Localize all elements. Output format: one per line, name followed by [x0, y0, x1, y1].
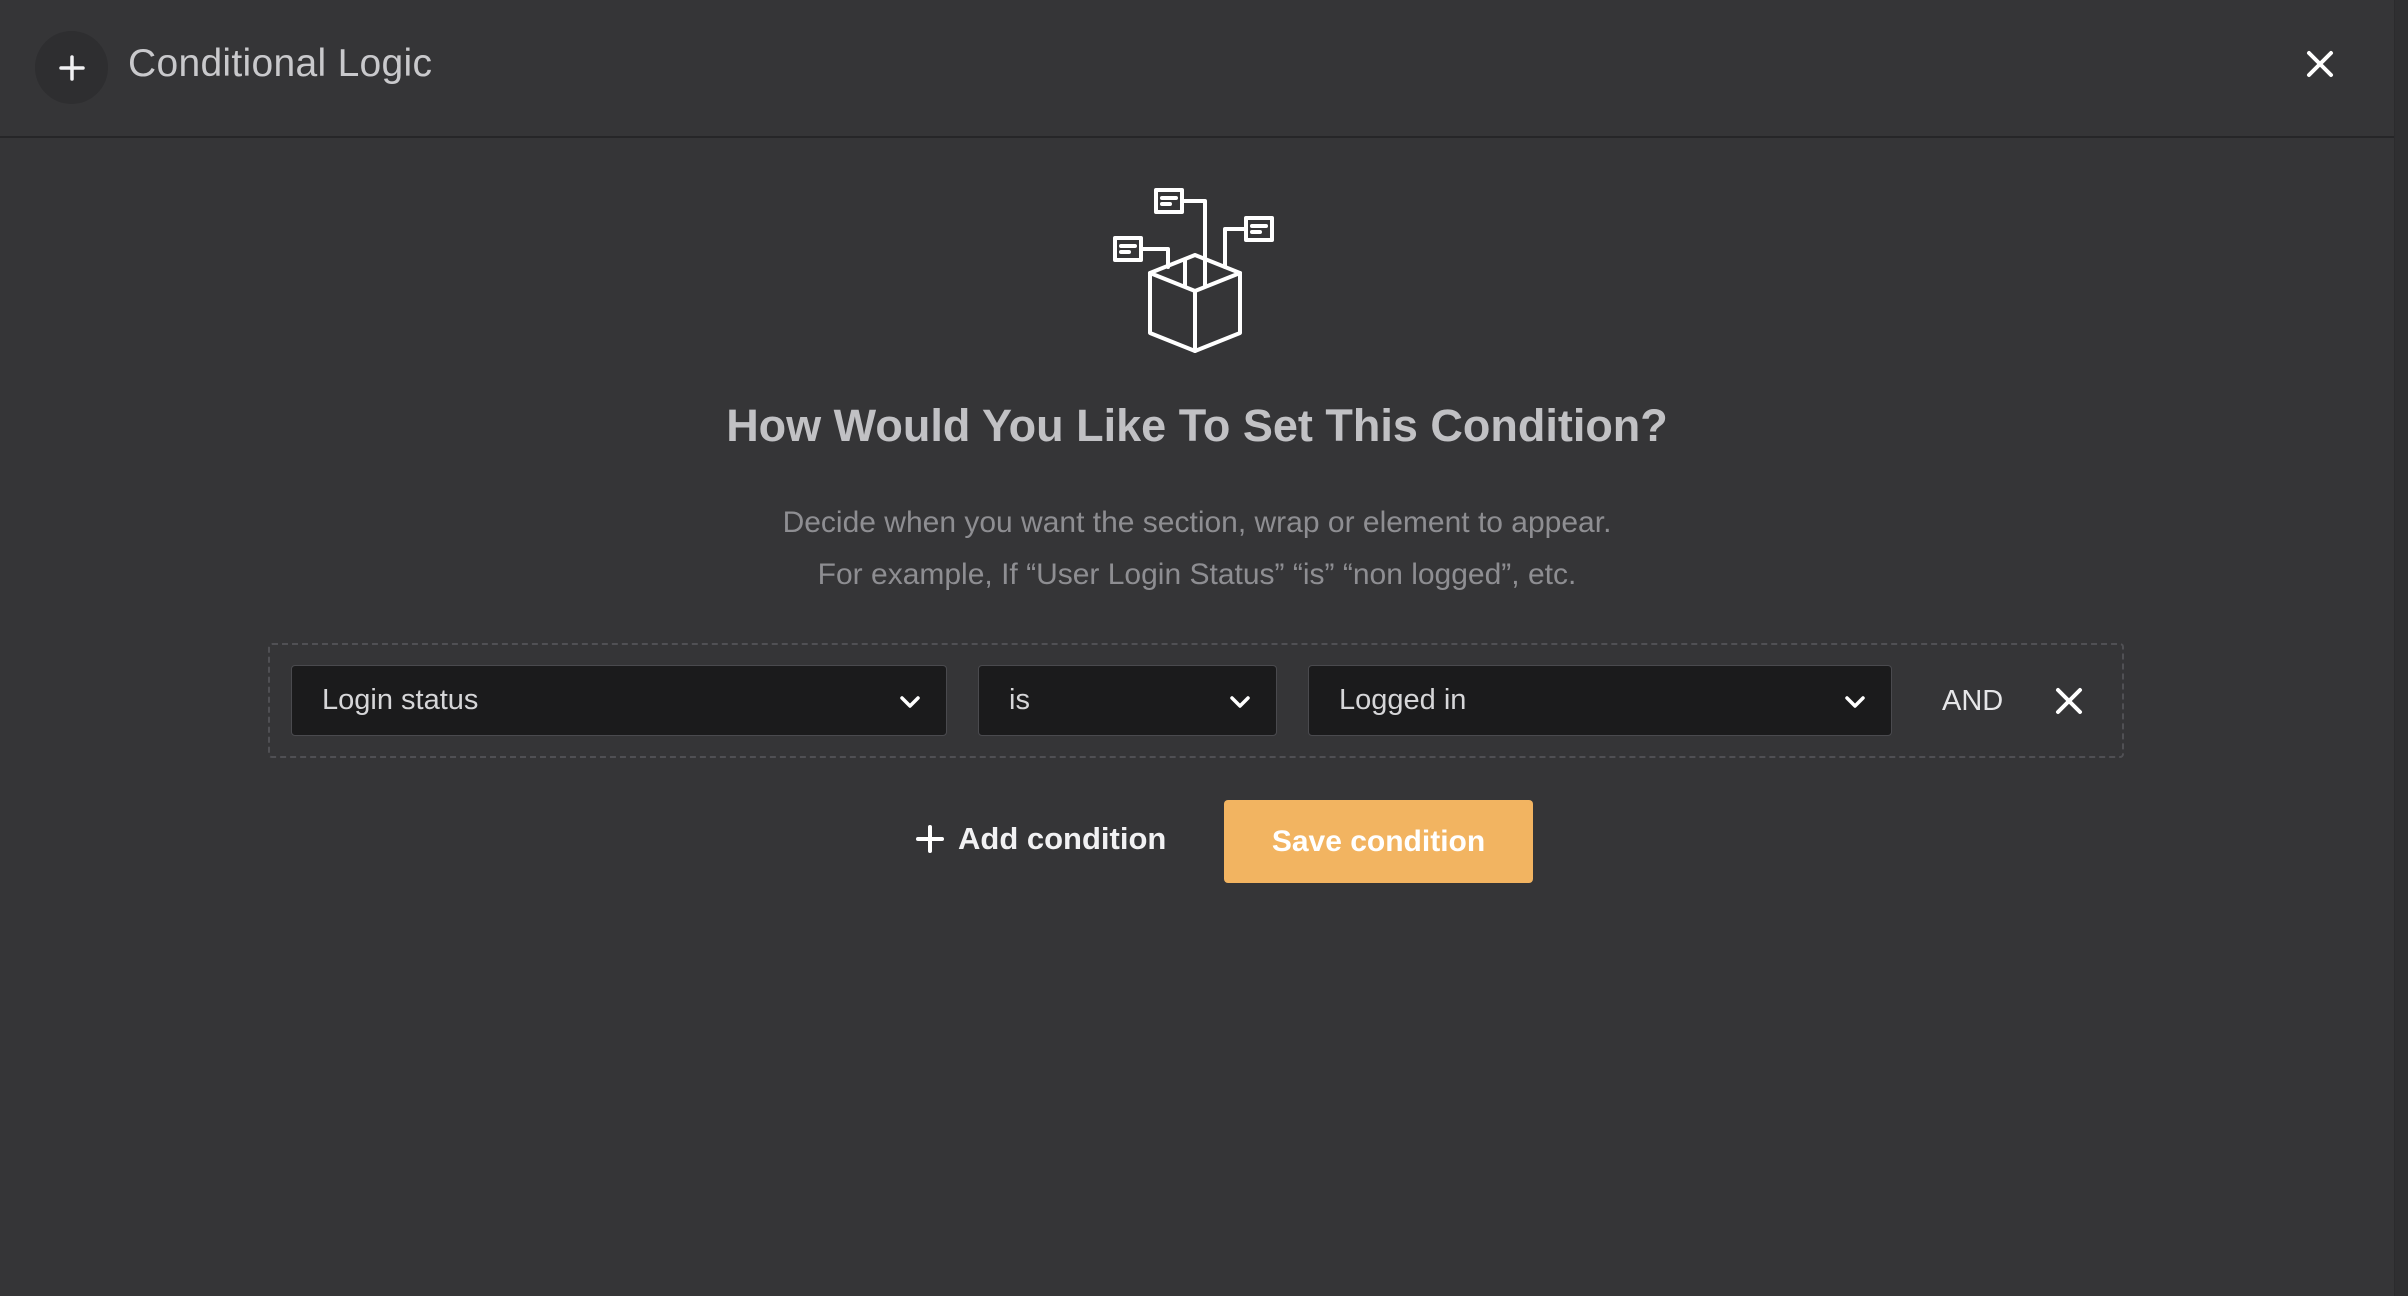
close-icon: [2307, 51, 2333, 77]
header-add-button[interactable]: [35, 31, 108, 104]
condition-row: Login status is Logged in AND: [268, 643, 2124, 758]
chevron-down-icon: [900, 696, 920, 708]
plus-icon: [916, 825, 944, 853]
add-condition-button[interactable]: Add condition: [916, 803, 1166, 875]
add-condition-label: Add condition: [958, 821, 1167, 856]
description-line-1: Decide when you want the section, wrap o…: [782, 506, 1612, 539]
conditional-logic-modal: Conditional Logic How Would You Like To …: [0, 0, 2394, 1296]
condition-field-select[interactable]: Login status: [291, 665, 947, 736]
plus-icon: [58, 54, 85, 81]
condition-heading: How Would You Like To Set This Condition…: [726, 400, 1668, 451]
condition-operator-select[interactable]: is: [978, 665, 1277, 736]
modal-close-button[interactable]: [2300, 44, 2340, 84]
modal-title: Conditional Logic: [128, 42, 433, 85]
logic-box-network-icon: [1110, 185, 1280, 355]
background-edge: [2394, 0, 2408, 1296]
description-line-2: For example, If “User Login Status” “is”…: [817, 558, 1577, 591]
condition-value-value: Logged in: [1339, 684, 1467, 716]
condition-field-value: Login status: [322, 684, 479, 716]
close-icon: [2056, 688, 2082, 714]
condition-value-select[interactable]: Logged in: [1308, 665, 1892, 736]
condition-operator-value: is: [1009, 684, 1030, 716]
modal-header: Conditional Logic: [0, 0, 2394, 138]
chevron-down-icon: [1845, 696, 1865, 708]
remove-condition-button[interactable]: [2051, 683, 2087, 719]
save-condition-button[interactable]: Save condition: [1224, 800, 1533, 883]
condition-connector-toggle[interactable]: AND: [1942, 685, 2003, 718]
chevron-down-icon: [1230, 696, 1250, 708]
